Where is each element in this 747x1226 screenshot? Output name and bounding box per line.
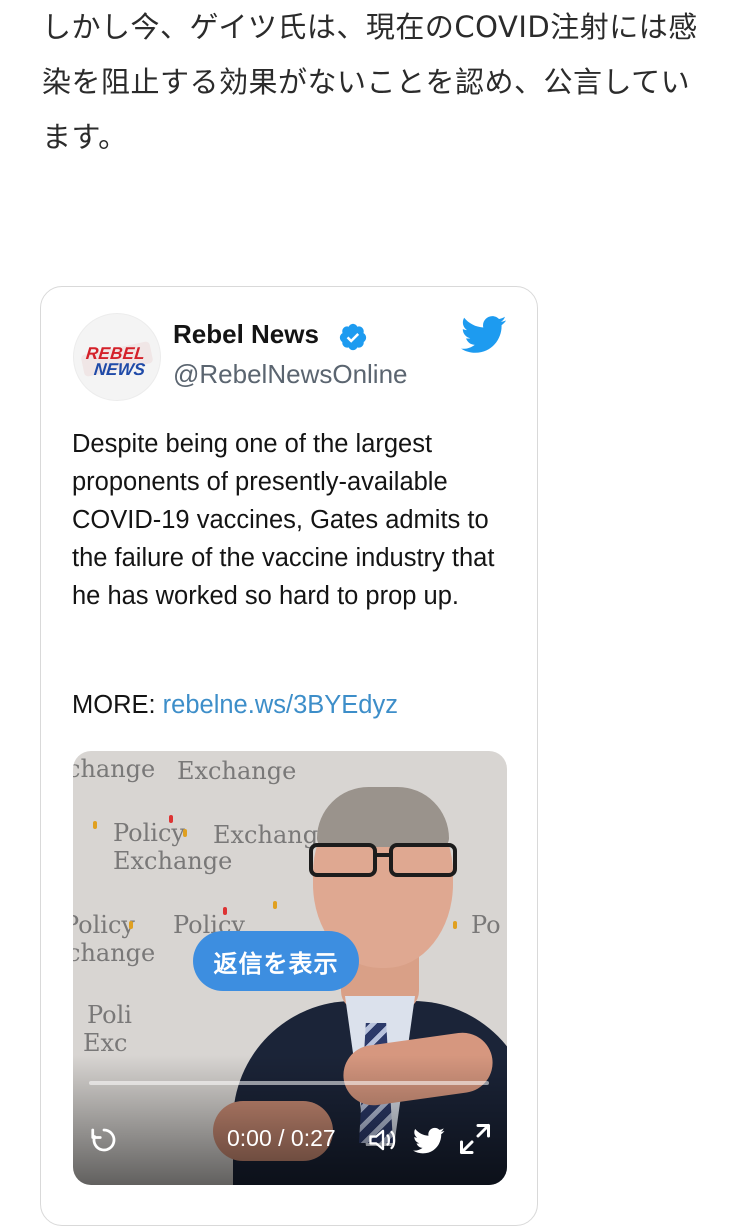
twitter-icon[interactable]	[413, 1127, 445, 1155]
backdrop-dot	[273, 901, 277, 909]
twitter-bird-icon[interactable]	[461, 315, 507, 355]
tweet-text: Despite being one of the largest propone…	[72, 430, 495, 610]
volume-icon[interactable]	[367, 1125, 399, 1155]
show-replies-button[interactable]: 返信を表示	[193, 931, 359, 991]
backdrop-dot	[93, 821, 97, 829]
backdrop-text: change	[73, 755, 156, 783]
time-display: 0:00 / 0:27	[227, 1125, 336, 1151]
progress-bar[interactable]	[89, 1081, 489, 1085]
backdrop-text: Exchange	[113, 847, 233, 875]
speaker-hair	[317, 787, 449, 847]
controls-shade	[73, 1055, 507, 1185]
more-link[interactable]: rebelne.ws/3BYEdyz	[163, 691, 398, 719]
user-handle[interactable]: @RebelNewsOnline	[173, 359, 408, 390]
backdrop-dot	[129, 921, 133, 929]
backdrop-text: Policy	[73, 911, 135, 939]
verified-badge-icon	[339, 323, 367, 351]
avatar-logo-news: NEWS	[93, 360, 147, 379]
backdrop-text: Exc	[83, 1029, 128, 1057]
more-line: MORE: rebelne.ws/3BYEdyz	[72, 691, 398, 720]
more-label: MORE:	[72, 691, 163, 719]
replay-icon[interactable]	[89, 1125, 119, 1155]
backdrop-text: Exchange	[177, 757, 297, 785]
backdrop-dot	[223, 907, 227, 915]
backdrop-text: change	[73, 939, 156, 967]
backdrop-text: Poli	[87, 1001, 132, 1029]
speaker-glasses	[309, 843, 457, 877]
backdrop-dot	[453, 921, 457, 929]
avatar[interactable]: REBEL NEWS	[73, 313, 161, 401]
backdrop-dot	[169, 815, 173, 823]
embedded-tweet[interactable]: REBEL NEWS Rebel News @RebelNewsOnline D…	[40, 286, 538, 1226]
backdrop-text: Policy	[113, 819, 185, 847]
backdrop-text: Po	[471, 911, 501, 939]
backdrop-dot	[183, 829, 187, 837]
article-paragraph: しかし今、ゲイツ氏は、現在のCOVID注射には感染を阻止する効果がないことを認め…	[42, 10, 698, 154]
video-player[interactable]: change Exchange Policy Exchange Policy E…	[73, 751, 507, 1185]
fullscreen-icon[interactable]	[457, 1121, 493, 1157]
display-name[interactable]: Rebel News	[173, 319, 319, 350]
